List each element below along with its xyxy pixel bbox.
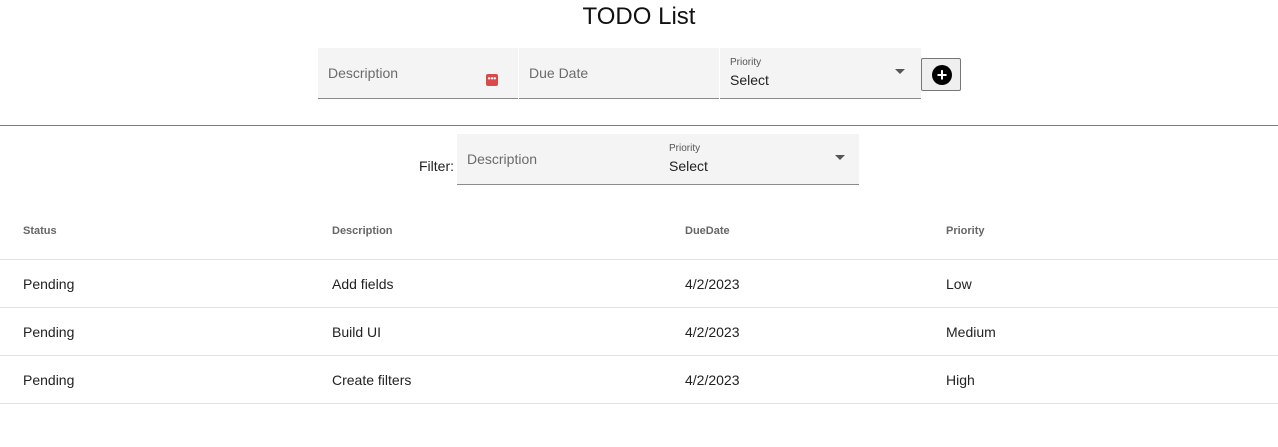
table-row[interactable]: Pending Add fields 4/2/2023 Low (0, 259, 1278, 307)
filter-priority-select[interactable]: Priority Select (658, 134, 859, 185)
filter-priority-select-label: Priority (669, 143, 701, 154)
cell-due-date: 4/2/2023 (685, 276, 740, 292)
column-header-description[interactable]: Description (332, 225, 393, 237)
caret-down-icon (835, 155, 845, 160)
filter-priority-select-value: Select (669, 158, 708, 174)
description-input[interactable]: Description ••• (318, 48, 518, 99)
cell-priority: Low (946, 276, 972, 292)
caret-down-icon (895, 69, 905, 74)
priority-select-label: Priority (730, 57, 762, 68)
filter-description-input[interactable]: Description (457, 134, 658, 185)
cell-due-date: 4/2/2023 (685, 324, 740, 340)
cell-description: Create filters (332, 372, 412, 388)
table-row[interactable]: Pending Create filters 4/2/2023 High (0, 355, 1278, 403)
cell-description: Add fields (332, 276, 394, 292)
due-date-placeholder: Due Date (529, 65, 589, 81)
cell-status: Pending (23, 372, 75, 388)
plus-circle-icon: + (932, 65, 952, 85)
cell-priority: High (946, 372, 975, 388)
cell-status: Pending (23, 324, 75, 340)
cell-description: Build UI (332, 324, 382, 340)
column-header-duedate[interactable]: DueDate (685, 225, 730, 237)
page-title: TODO List (582, 3, 696, 30)
description-placeholder: Description (328, 65, 399, 81)
priority-select[interactable]: Priority Select (720, 48, 921, 99)
cell-status: Pending (23, 276, 75, 292)
due-date-input[interactable]: Due Date (519, 48, 719, 99)
column-header-status[interactable]: Status (23, 225, 57, 237)
ellipsis-badge-icon: ••• (486, 74, 498, 86)
column-header-priority[interactable]: Priority (946, 225, 985, 237)
table-row[interactable]: Pending Build UI 4/2/2023 Medium (0, 307, 1278, 355)
filter-label: Filter: (419, 158, 454, 174)
priority-select-value: Select (730, 72, 769, 88)
filter-description-placeholder: Description (467, 151, 538, 167)
add-todo-button[interactable]: + (921, 58, 961, 91)
cell-priority: Medium (946, 324, 996, 340)
table-bottom-border (0, 403, 1278, 404)
section-divider (0, 125, 1278, 126)
cell-due-date: 4/2/2023 (685, 372, 740, 388)
